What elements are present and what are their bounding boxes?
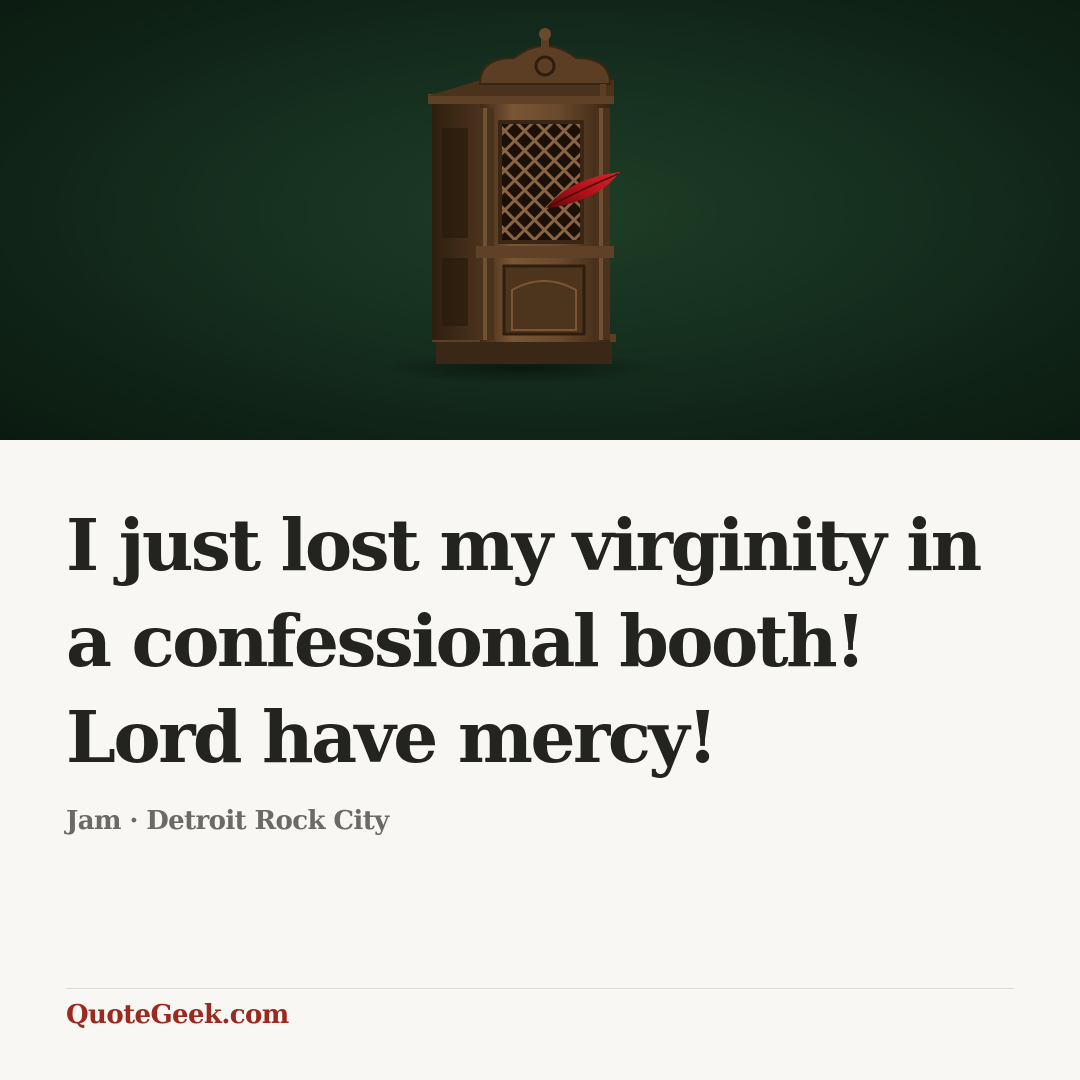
brand-link[interactable]: QuoteGeek.com [66, 1000, 289, 1030]
quote-text: I just lost my virginity in a confession… [66, 503, 982, 779]
confessional-booth-icon [380, 28, 660, 384]
quote-source: Detroit Rock City [146, 806, 389, 836]
hero-illustration [0, 0, 1080, 440]
quote-attribution: Jam · Detroit Rock City [66, 806, 389, 836]
footer-divider [66, 988, 1014, 989]
attribution-separator: · [129, 806, 138, 836]
quote-author: Jam [66, 806, 121, 836]
